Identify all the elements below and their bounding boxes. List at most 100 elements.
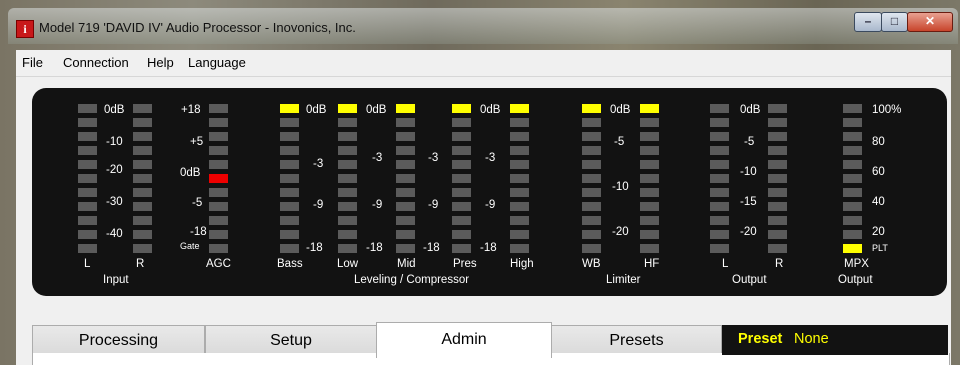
band-mid-led-7 — [396, 202, 415, 211]
limiter-hf-led-2 — [640, 132, 659, 141]
tab-presets[interactable]: Presets — [551, 325, 722, 355]
band-pres-led-0 — [452, 104, 471, 113]
input-scale-0: 0dB — [104, 104, 125, 116]
output-left-led-10 — [710, 244, 729, 253]
band-high-led-0 — [510, 104, 529, 113]
lev-scale-a-3: -18 — [306, 242, 323, 254]
limiter-group-label: Limiter — [606, 274, 641, 286]
out-scale-1: -5 — [744, 136, 755, 148]
limiter-wb-led-5 — [582, 174, 601, 183]
band-mid-led-3 — [396, 146, 415, 155]
band-low-led-7 — [338, 202, 357, 211]
band-bass-led-3 — [280, 146, 299, 155]
lev-scale-b-0: 0dB — [366, 104, 387, 116]
mpx-led-1 — [843, 118, 862, 127]
band-mid-led-10 — [396, 244, 415, 253]
limiter-hf-led-8 — [640, 216, 659, 225]
limiter-wb-led-10 — [582, 244, 601, 253]
input-left-led-5 — [78, 174, 97, 183]
band-pres-led-6 — [452, 188, 471, 197]
leveling-group-label: Leveling / Compressor — [354, 274, 470, 286]
mpx-scale-1: 80 — [872, 136, 885, 148]
band-low-led-5 — [338, 174, 357, 183]
menu-file[interactable]: File — [22, 55, 43, 70]
output-right-led-5 — [768, 174, 787, 183]
lev-scale-d-1: -3 — [485, 152, 496, 164]
agc-led-2 — [209, 132, 228, 141]
band-bass-led-2 — [280, 132, 299, 141]
limiter-hf-led-3 — [640, 146, 659, 155]
preset-label: Preset — [738, 331, 783, 347]
band-bass-led-7 — [280, 202, 299, 211]
input-left-led-7 — [78, 202, 97, 211]
output-left-led-6 — [710, 188, 729, 197]
out-scale-0: 0dB — [740, 104, 761, 116]
out-scale-4: -20 — [740, 226, 757, 238]
mpx-group-label: Output — [838, 274, 873, 286]
input-left-led-10 — [78, 244, 97, 253]
band-bass-led-5 — [280, 174, 299, 183]
input-right-led-3 — [133, 146, 152, 155]
mpx-led-7 — [843, 202, 862, 211]
band-bass-led-0 — [280, 104, 299, 113]
output-left-led-4 — [710, 160, 729, 169]
output-left-led-3 — [710, 146, 729, 155]
limiter-hf-led-10 — [640, 244, 659, 253]
lim-scale-2: -10 — [612, 181, 629, 193]
menu-help[interactable]: Help — [147, 55, 174, 70]
band-low-led-6 — [338, 188, 357, 197]
band-pres-led-7 — [452, 202, 471, 211]
limiter-wb-led-3 — [582, 146, 601, 155]
input-left-label: L — [84, 258, 91, 270]
band-high-led-6 — [510, 188, 529, 197]
menu-language[interactable]: Language — [188, 55, 246, 70]
tab-setup[interactable]: Setup — [205, 325, 377, 355]
input-right-led-6 — [133, 188, 152, 197]
band-high-led-9 — [510, 230, 529, 239]
input-right-label: R — [136, 258, 145, 270]
band-bass-led-9 — [280, 230, 299, 239]
mpx-led-2 — [843, 132, 862, 141]
tab-admin[interactable]: Admin — [376, 322, 552, 358]
agc-gate-label: Gate — [180, 241, 200, 251]
menu-connection[interactable]: Connection — [63, 55, 129, 70]
band-mid-led-9 — [396, 230, 415, 239]
input-right-led-9 — [133, 230, 152, 239]
meter-panel — [32, 88, 947, 296]
output-left-led-5 — [710, 174, 729, 183]
input-left-led-3 — [78, 146, 97, 155]
band-mid-led-2 — [396, 132, 415, 141]
app-icon[interactable]: i — [16, 20, 34, 38]
input-left-led-9 — [78, 230, 97, 239]
lim-scale-1: -5 — [614, 136, 625, 148]
input-right-led-10 — [133, 244, 152, 253]
tab-processing[interactable]: Processing — [32, 325, 205, 355]
limiter-hf-led-4 — [640, 160, 659, 169]
band-label-pres: Pres — [453, 258, 477, 270]
band-bass-led-6 — [280, 188, 299, 197]
input-right-led-5 — [133, 174, 152, 183]
agc-led-10 — [209, 244, 228, 253]
output-left-led-1 — [710, 118, 729, 127]
title-bar[interactable]: i Model 719 'DAVID IV' Audio Processor -… — [8, 8, 958, 44]
minimize-icon: – — [864, 14, 872, 28]
maximize-button[interactable]: □ — [881, 12, 908, 32]
band-low-led-8 — [338, 216, 357, 225]
agc-led-5 — [209, 174, 228, 183]
agc-scale-4: -18 — [190, 226, 207, 238]
lev-scale-a-0: 0dB — [306, 104, 327, 116]
output-left-led-9 — [710, 230, 729, 239]
lim-scale-3: -20 — [612, 226, 629, 238]
input-scale-2: -20 — [106, 164, 123, 176]
lev-scale-b-2: -9 — [372, 199, 383, 211]
input-left-led-4 — [78, 160, 97, 169]
band-pres-led-5 — [452, 174, 471, 183]
preset-value: None — [794, 331, 829, 347]
output-group-label: Output — [732, 274, 767, 286]
limiter-wb-led-8 — [582, 216, 601, 225]
agc-led-0 — [209, 104, 228, 113]
minimize-button[interactable]: – — [854, 12, 882, 32]
limiter-wb-led-1 — [582, 118, 601, 127]
close-button[interactable]: ✕ — [907, 12, 953, 32]
limiter-hf-led-7 — [640, 202, 659, 211]
